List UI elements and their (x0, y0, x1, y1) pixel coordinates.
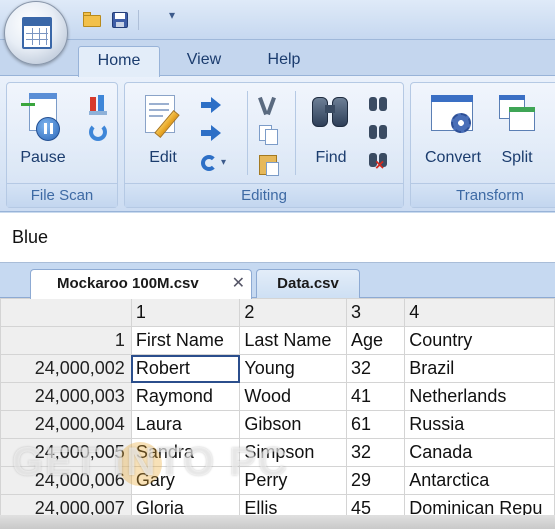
undo-button[interactable]: ▾ (199, 153, 235, 175)
table-cell[interactable]: Brazil (404, 354, 555, 383)
transform-group-label: Transform (411, 183, 555, 207)
tab-data-csv[interactable]: Data.csv (256, 269, 360, 299)
table-cell[interactable]: Laura (130, 410, 241, 439)
open-file-button[interactable] (82, 10, 102, 30)
close-tab-icon[interactable]: ✕ (232, 270, 245, 298)
find-button[interactable]: Find (305, 89, 357, 171)
tab-label: Mockaroo 100M.csv (57, 275, 199, 292)
tab-help[interactable]: Help (252, 46, 316, 76)
insert-button[interactable] (199, 95, 223, 115)
row-header[interactable]: 24,000,004 (0, 410, 132, 439)
table-row: 1 First Name Last Name Age Country (0, 326, 555, 355)
cell-value-bar[interactable]: Blue (0, 213, 555, 263)
ribbon: Pause File Scan Edit ▾ Find × Editing Co… (0, 75, 555, 212)
file-scan-group: Pause File Scan (6, 82, 118, 208)
pause-label: Pause (20, 149, 66, 166)
spreadsheet-icon (22, 17, 52, 49)
table-row: 24,000,006 Gary Perry 29 Antarctica (0, 466, 555, 495)
cell-value-text[interactable]: Blue (12, 227, 48, 248)
editing-group: Edit ▾ Find × Editing (124, 82, 404, 208)
table-cell[interactable]: Wood (239, 382, 347, 411)
table-cell[interactable]: 32 (345, 438, 406, 467)
edit-label: Edit (149, 149, 177, 166)
title-bar: ▾ (0, 0, 555, 65)
table-cell[interactable]: Sandra (130, 438, 241, 467)
find-next-button[interactable] (367, 93, 391, 117)
quick-access-separator (138, 10, 139, 30)
table-cell[interactable]: 29 (345, 466, 406, 495)
table-row: 24,000,004 Laura Gibson 61 Russia (0, 410, 555, 439)
ribbon-tab-bar: Home View Help (0, 40, 555, 77)
table-cell[interactable]: Gibson (239, 410, 347, 439)
cut-button[interactable] (257, 95, 281, 119)
bottom-strip (0, 515, 555, 529)
table-cell[interactable]: Young (239, 354, 347, 383)
row-header[interactable]: 24,000,006 (0, 466, 132, 495)
tab-home[interactable]: Home (78, 46, 160, 77)
editing-separator (247, 91, 248, 175)
table-cell[interactable]: Gary (130, 466, 241, 495)
table-cell[interactable]: Russia (404, 410, 555, 439)
table-cell[interactable]: Canada (404, 438, 555, 467)
convert-label: Convert (424, 149, 482, 166)
save-button[interactable] (110, 10, 130, 30)
binoculars-icon (369, 125, 377, 139)
find-label: Find (315, 149, 347, 166)
row-header[interactable]: 24,000,005 (0, 438, 132, 467)
application-menu-button[interactable] (4, 1, 68, 65)
chart-icon (90, 97, 96, 111)
table-cell[interactable]: Country (404, 326, 555, 355)
binoculars-icon (369, 97, 377, 111)
document-tab-bar: Mockaroo 100M.csv ✕ Data.csv (0, 263, 555, 299)
edit-button[interactable]: Edit (135, 89, 191, 171)
undo-dropdown-icon[interactable]: ▾ (221, 157, 226, 168)
tab-view[interactable]: View (172, 46, 236, 76)
convert-button[interactable]: Convert (417, 89, 489, 171)
editing-separator (295, 91, 296, 175)
table-cell[interactable]: Netherlands (404, 382, 555, 411)
table-cell[interactable]: Raymond (130, 382, 241, 411)
column-header[interactable]: 3 (345, 298, 406, 327)
refresh-icon (89, 123, 107, 141)
editing-group-label: Editing (125, 183, 403, 207)
selected-table-cell[interactable]: Robert (130, 354, 241, 383)
undo-icon (201, 155, 217, 171)
column-header-row: 1 2 3 4 (0, 298, 555, 327)
table-cell[interactable]: First Name (130, 326, 241, 355)
delete-button[interactable] (199, 123, 223, 143)
table-row: 24,000,005 Sandra Simpson 32 Canada (0, 438, 555, 467)
table-cell[interactable]: Last Name (239, 326, 347, 355)
corner-cell[interactable] (0, 298, 132, 327)
refresh-button[interactable] (87, 121, 111, 145)
table-row: 24,000,002 Robert Young 32 Brazil (0, 354, 555, 383)
table-cell[interactable]: Antarctica (404, 466, 555, 495)
table-cell[interactable]: 41 (345, 382, 406, 411)
row-header[interactable]: 24,000,002 (0, 354, 132, 383)
row-header[interactable]: 24,000,003 (0, 382, 132, 411)
spreadsheet-grid: 1 2 3 4 1 First Name Last Name Age Count… (0, 298, 555, 529)
column-header[interactable]: 2 (239, 298, 347, 327)
paste-button[interactable] (257, 153, 281, 177)
transform-group: Convert Split Transform (410, 82, 555, 208)
column-header[interactable]: 4 (404, 298, 555, 327)
table-row: 24,000,003 Raymond Wood 41 Netherlands (0, 382, 555, 411)
column-header[interactable]: 1 (130, 298, 241, 327)
split-label: Split (501, 149, 533, 166)
table-cell[interactable]: 61 (345, 410, 406, 439)
find-previous-button[interactable] (367, 121, 391, 145)
table-cell[interactable]: Age (345, 326, 406, 355)
file-scan-group-label: File Scan (7, 183, 117, 207)
table-cell[interactable]: Simpson (239, 438, 347, 467)
customize-quick-access-dropdown[interactable]: ▾ (166, 8, 178, 28)
pause-button[interactable]: Pause (17, 89, 69, 171)
table-cell[interactable]: 32 (345, 354, 406, 383)
tab-mockaroo-100m-csv[interactable]: Mockaroo 100M.csv ✕ (30, 269, 252, 299)
copy-button[interactable] (257, 123, 281, 147)
clear-find-button[interactable]: × (367, 149, 391, 174)
split-button[interactable]: Split (489, 89, 545, 171)
statistics-button[interactable] (87, 93, 111, 117)
table-cell[interactable]: Perry (239, 466, 347, 495)
data-table: 1 2 3 4 1 First Name Last Name Age Count… (0, 298, 555, 523)
row-header[interactable]: 1 (0, 326, 132, 355)
